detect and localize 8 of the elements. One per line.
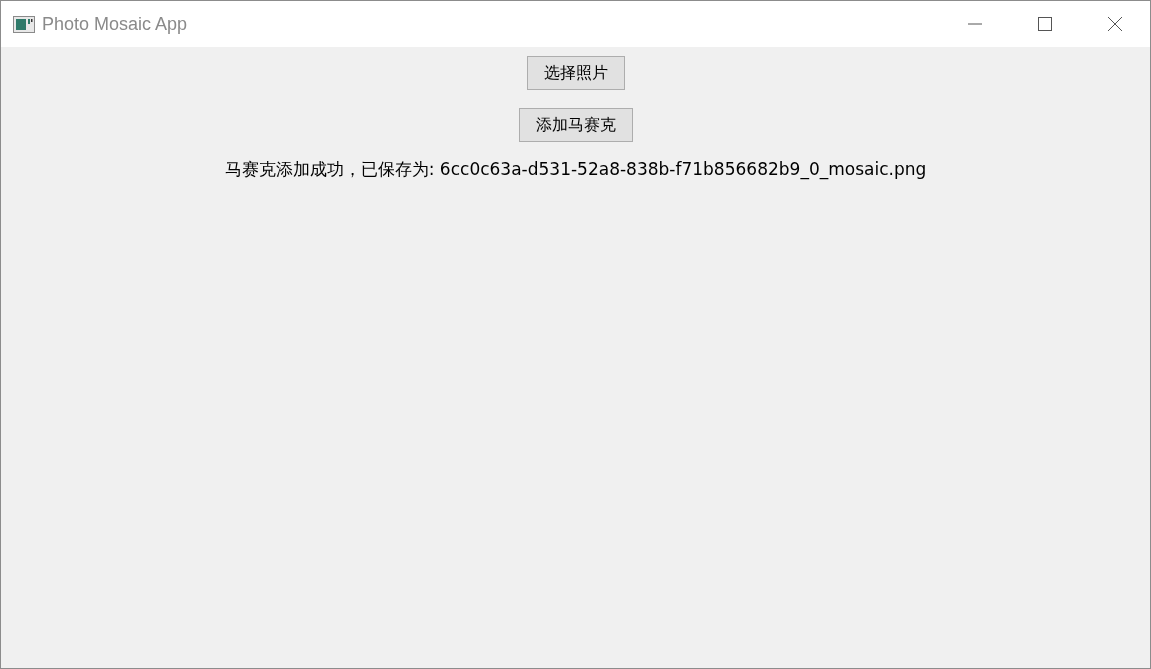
status-message: 马赛克添加成功，已保存为: 6cc0c63a-d531-52a8-838b-f71b856682b9_0_mosaic.png	[224, 158, 927, 181]
action-button[interactable]: 添加马赛克	[518, 108, 633, 142]
app-icon	[13, 15, 35, 33]
window-title: Photo Mosaic App	[42, 13, 188, 35]
action-button[interactable]: 选择照片	[526, 56, 625, 90]
minimize-icon	[968, 23, 982, 25]
maximize-icon	[1038, 17, 1052, 31]
close-icon	[1107, 16, 1123, 32]
